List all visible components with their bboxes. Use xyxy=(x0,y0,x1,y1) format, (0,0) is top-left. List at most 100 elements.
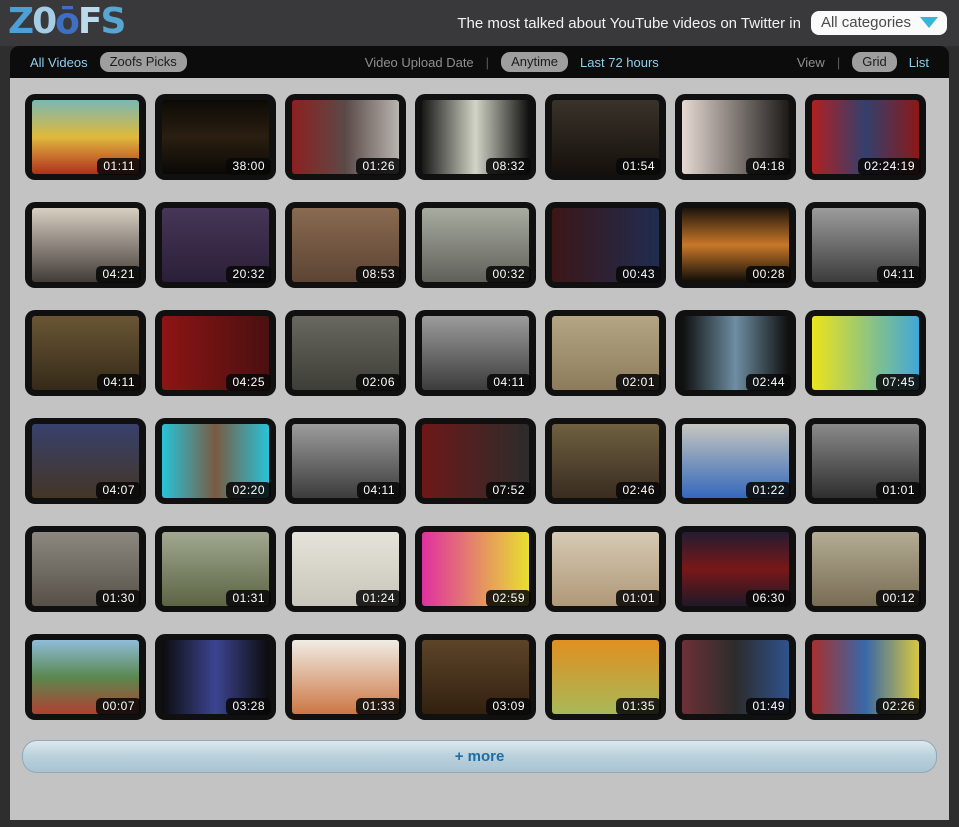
video-thumbnail-cat-mourning[interactable]: 04:11 xyxy=(805,202,926,288)
duration-badge: 04:07 xyxy=(96,482,141,499)
view-switch-group: View | Grid List xyxy=(797,52,929,72)
video-thumbnail-expo-booth[interactable]: 01:30 xyxy=(25,526,146,612)
divider: | xyxy=(485,54,490,70)
duration-badge: 04:11 xyxy=(357,482,401,499)
duration-badge: 02:20 xyxy=(226,482,271,499)
duration-badge: 02:06 xyxy=(356,374,401,391)
video-thumbnail-conference-stage[interactable]: 06:30 xyxy=(675,526,796,612)
video-thumbnail-press-speech-stage[interactable]: 38:00 xyxy=(155,94,276,180)
duration-badge: 01:11 xyxy=(97,158,141,175)
video-thumbnail-cat-mourning[interactable]: 04:11 xyxy=(415,310,536,396)
duration-badge: 08:32 xyxy=(486,158,531,175)
category-dropdown-value: All categories xyxy=(820,14,911,31)
video-thumbnail-pink-pop-video[interactable]: 02:59 xyxy=(415,526,536,612)
video-thumbnail-screaming-webcam-duo[interactable]: 02:46 xyxy=(545,418,666,504)
tab-zoofs-picks[interactable]: Zoofs Picks xyxy=(99,52,187,72)
duration-badge: 01:30 xyxy=(96,590,141,607)
duration-badge: 04:11 xyxy=(97,374,141,391)
video-thumbnail-official-interview-flag[interactable]: 01:49 xyxy=(675,634,796,720)
video-grid: 01:11 38:00 01:26 08:32 01:54 04:18 02:24:19 04… xyxy=(10,78,949,720)
duration-badge: 01:35 xyxy=(616,698,661,715)
video-thumbnail-cat-mourning[interactable]: 04:11 xyxy=(285,418,406,504)
duration-badge: 03:09 xyxy=(486,698,531,715)
video-thumbnail-night-street-lights[interactable]: 00:28 xyxy=(675,202,796,288)
video-thumbnail-night-crash-scene[interactable]: 00:43 xyxy=(545,202,666,288)
tab-all-videos[interactable]: All Videos xyxy=(30,55,88,70)
video-thumbnail-simpsons-cartoon[interactable]: 01:11 xyxy=(25,94,146,180)
video-thumbnail-tv-interview[interactable]: 07:52 xyxy=(415,418,536,504)
video-thumbnail-pole-vault[interactable]: 00:07 xyxy=(25,634,146,720)
video-thumbnail-soldiers-wall[interactable]: 02:01 xyxy=(545,310,666,396)
video-thumbnail-boxer-closeup[interactable]: 08:53 xyxy=(285,202,406,288)
upload-date-filter-group: Video Upload Date | Anytime Last 72 hour… xyxy=(365,52,659,72)
duration-badge: 01:01 xyxy=(876,482,921,499)
header-right: The most talked about YouTube videos on … xyxy=(457,11,947,35)
duration-badge: 38:00 xyxy=(226,158,271,175)
divider: | xyxy=(836,54,841,70)
duration-badge: 08:53 xyxy=(356,266,401,283)
video-thumbnail-teen-star-rays[interactable]: 02:20 xyxy=(155,418,276,504)
chevron-down-icon xyxy=(920,17,938,28)
duration-badge: 00:43 xyxy=(616,266,661,283)
video-thumbnail-band-in-studio[interactable]: 04:07 xyxy=(25,418,146,504)
duration-badge: 02:24:19 xyxy=(858,158,921,175)
video-thumbnail-baby-crawl-race[interactable]: 02:26 xyxy=(805,634,926,720)
filter-navbar: All Videos Zoofs Picks Video Upload Date… xyxy=(10,46,949,78)
view-grid-button[interactable]: Grid xyxy=(852,52,897,72)
video-thumbnail-red-news-studio[interactable]: 04:25 xyxy=(155,310,276,396)
duration-badge: 02:59 xyxy=(486,590,531,607)
filter-last-72-hours[interactable]: Last 72 hours xyxy=(580,55,659,70)
view-label: View xyxy=(796,54,825,70)
zoofs-logo[interactable]: Z0ōFS xyxy=(8,1,127,42)
video-thumbnail-purple-stage-talk[interactable]: 20:32 xyxy=(155,202,276,288)
video-thumbnail-gray-portrait[interactable]: 01:01 xyxy=(805,418,926,504)
video-thumbnail-record-store[interactable]: 01:54 xyxy=(545,94,666,180)
duration-badge: 20:32 xyxy=(226,266,271,283)
duration-badge: 04:25 xyxy=(226,374,271,391)
duration-badge: 04:21 xyxy=(96,266,141,283)
duration-badge: 02:01 xyxy=(616,374,661,391)
filter-anytime[interactable]: Anytime xyxy=(501,52,569,72)
video-thumbnail-guitar-webcam[interactable]: 03:28 xyxy=(155,634,276,720)
logo-letter: S xyxy=(100,1,127,42)
video-thumbnail-tablet-in-hand[interactable]: 08:32 xyxy=(415,94,536,180)
video-thumbnail-mattress-commercial[interactable]: 01:01 xyxy=(545,526,666,612)
video-thumbnail-pop-stars-split[interactable]: 01:26 xyxy=(285,94,406,180)
duration-badge: 07:45 xyxy=(876,374,921,391)
video-thumbnail-paint-splatter[interactable]: 01:33 xyxy=(285,634,406,720)
video-thumbnail-red-blue-poster[interactable]: 02:24:19 xyxy=(805,94,926,180)
main-card: All Videos Zoofs Picks Video Upload Date… xyxy=(10,46,949,820)
video-thumbnail-yellow-vlog-duo[interactable]: 07:45 xyxy=(805,310,926,396)
duration-badge: 01:26 xyxy=(356,158,401,175)
duration-badge: 06:30 xyxy=(746,590,791,607)
video-thumbnail-teen-duet[interactable]: 04:21 xyxy=(25,202,146,288)
video-thumbnail-cartoon-fruit-faces[interactable]: 01:35 xyxy=(545,634,666,720)
video-thumbnail-flashmob-overhead[interactable]: 03:09 xyxy=(415,634,536,720)
video-thumbnail-street-crowd[interactable]: 00:32 xyxy=(415,202,536,288)
load-more-button[interactable]: + more xyxy=(22,740,937,773)
logo-letter: F xyxy=(77,1,103,42)
duration-badge: 04:11 xyxy=(877,266,921,283)
logo-letter: 0 xyxy=(32,1,57,42)
video-thumbnail-enquiries-sign-dancers[interactable]: 00:12 xyxy=(805,526,926,612)
video-thumbnail-market-scene[interactable]: 04:11 xyxy=(25,310,146,396)
duration-badge: 00:28 xyxy=(746,266,791,283)
duration-badge: 00:32 xyxy=(486,266,531,283)
video-thumbnail-girl-at-piano[interactable]: 04:18 xyxy=(675,94,796,180)
video-thumbnail-robot-with-ball[interactable]: 01:22 xyxy=(675,418,796,504)
view-list-button[interactable]: List xyxy=(909,55,929,70)
duration-badge: 00:07 xyxy=(96,698,141,715)
category-dropdown[interactable]: All categories xyxy=(810,11,947,35)
video-thumbnail-text-card-ad[interactable]: 01:24 xyxy=(285,526,406,612)
upload-date-label: Video Upload Date xyxy=(364,54,474,70)
duration-badge: 02:46 xyxy=(616,482,661,499)
nav-left-group: All Videos Zoofs Picks xyxy=(30,52,187,72)
logo-letter: Z xyxy=(8,1,34,42)
video-thumbnail-car-in-field[interactable]: 01:31 xyxy=(155,526,276,612)
site-header: Z0ōFS The most talked about YouTube vide… xyxy=(0,0,959,46)
video-thumbnail-truck-interior-doorway[interactable]: 02:44 xyxy=(675,310,796,396)
duration-badge: 00:12 xyxy=(876,590,921,607)
content-area: 01:11 38:00 01:26 08:32 01:54 04:18 02:24:19 04… xyxy=(10,78,949,820)
video-thumbnail-truck-overhead[interactable]: 02:06 xyxy=(285,310,406,396)
duration-badge: 03:28 xyxy=(226,698,271,715)
